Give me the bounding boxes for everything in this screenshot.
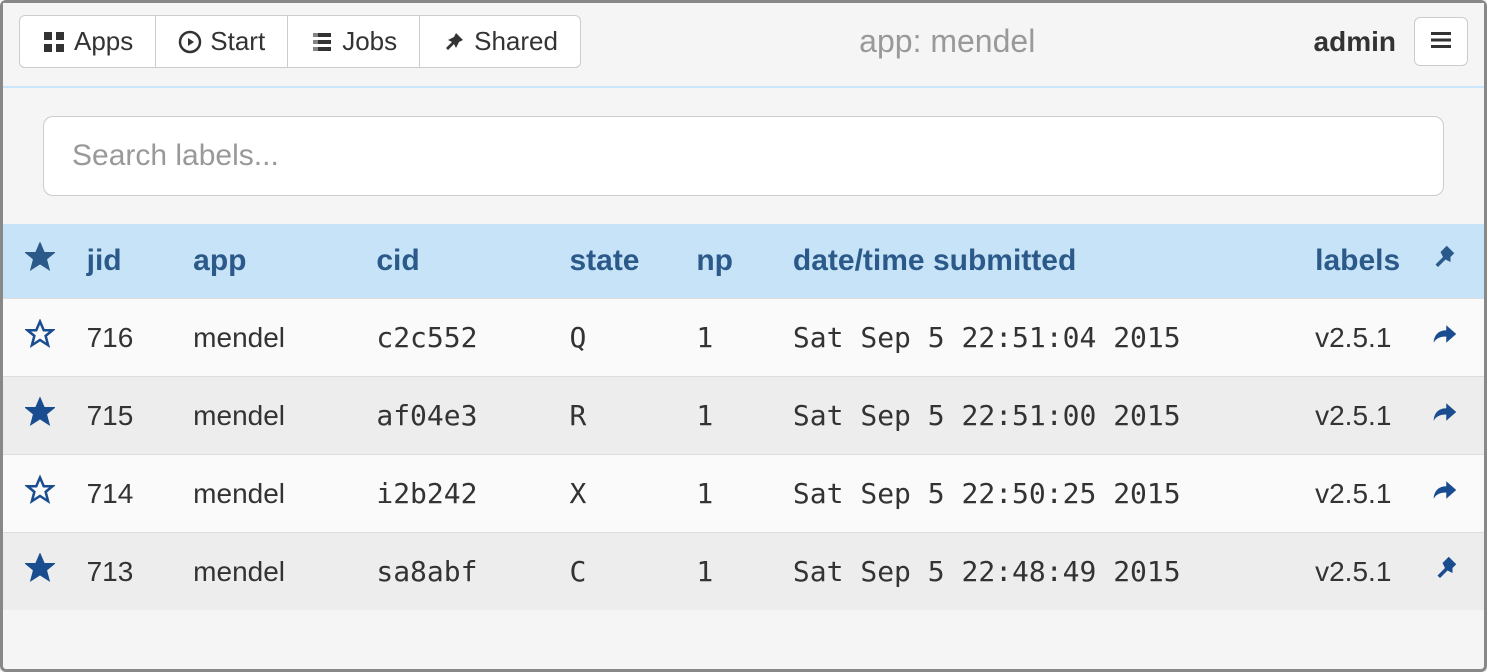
cell-date: Sat Sep 5 22:48:49 2015 bbox=[779, 533, 1301, 611]
cell-jid: 713 bbox=[73, 533, 180, 611]
cell-action[interactable] bbox=[1414, 455, 1484, 533]
username[interactable]: admin bbox=[1314, 26, 1396, 58]
col-app[interactable]: app bbox=[179, 224, 362, 299]
cell-date: Sat Sep 5 22:51:00 2015 bbox=[779, 377, 1301, 455]
cell-labels: v2.5.1 bbox=[1301, 455, 1414, 533]
cell-action[interactable] bbox=[1414, 299, 1484, 377]
share-icon bbox=[1430, 475, 1460, 505]
cell-star[interactable] bbox=[3, 299, 73, 377]
menu-button[interactable] bbox=[1414, 17, 1468, 66]
cell-cid: af04e3 bbox=[362, 377, 555, 455]
topbar: Apps Start Jobs Shared app: mendel admin bbox=[3, 3, 1484, 86]
col-date[interactable]: date/time submitted bbox=[779, 224, 1301, 299]
shared-button[interactable]: Shared bbox=[419, 15, 581, 68]
cell-cid: i2b242 bbox=[362, 455, 555, 533]
star-icon bbox=[25, 242, 55, 272]
share-icon bbox=[1430, 319, 1460, 349]
nav-button-group: Apps Start Jobs Shared bbox=[19, 15, 581, 68]
jobs-table: jid app cid state np date/time submitted… bbox=[3, 224, 1484, 610]
grid-icon bbox=[42, 30, 66, 54]
start-button[interactable]: Start bbox=[155, 15, 288, 68]
cell-labels: v2.5.1 bbox=[1301, 299, 1414, 377]
table-row[interactable]: 713mendelsa8abfC1Sat Sep 5 22:48:49 2015… bbox=[3, 533, 1484, 611]
cell-date: Sat Sep 5 22:51:04 2015 bbox=[779, 299, 1301, 377]
cell-state: X bbox=[555, 455, 682, 533]
cell-jid: 716 bbox=[73, 299, 180, 377]
col-star[interactable] bbox=[3, 224, 73, 299]
star-icon bbox=[25, 319, 55, 349]
cell-action[interactable] bbox=[1414, 377, 1484, 455]
cell-star[interactable] bbox=[3, 455, 73, 533]
pushpin-icon bbox=[1430, 553, 1460, 583]
cell-np: 1 bbox=[682, 377, 779, 455]
search-input[interactable] bbox=[43, 116, 1444, 196]
star-icon bbox=[25, 397, 55, 427]
shared-label: Shared bbox=[474, 26, 558, 57]
share-icon bbox=[1430, 397, 1460, 427]
cell-action[interactable] bbox=[1414, 533, 1484, 611]
cell-star[interactable] bbox=[3, 533, 73, 611]
col-state[interactable]: state bbox=[555, 224, 682, 299]
cell-state: C bbox=[555, 533, 682, 611]
col-labels[interactable]: labels bbox=[1301, 224, 1414, 299]
cell-state: Q bbox=[555, 299, 682, 377]
tasks-icon bbox=[310, 30, 334, 54]
cell-np: 1 bbox=[682, 455, 779, 533]
col-np[interactable]: np bbox=[682, 224, 779, 299]
jobs-label: Jobs bbox=[342, 26, 397, 57]
cell-app: mendel bbox=[179, 377, 362, 455]
cell-jid: 714 bbox=[73, 455, 180, 533]
table-row[interactable]: 716mendelc2c552Q1Sat Sep 5 22:51:04 2015… bbox=[3, 299, 1484, 377]
hamburger-icon bbox=[1429, 28, 1453, 52]
cell-state: R bbox=[555, 377, 682, 455]
cell-np: 1 bbox=[682, 533, 779, 611]
cell-labels: v2.5.1 bbox=[1301, 533, 1414, 611]
cell-jid: 715 bbox=[73, 377, 180, 455]
page-title: app: mendel bbox=[581, 23, 1314, 60]
col-cid[interactable]: cid bbox=[362, 224, 555, 299]
cell-app: mendel bbox=[179, 533, 362, 611]
cell-cid: c2c552 bbox=[362, 299, 555, 377]
cell-cid: sa8abf bbox=[362, 533, 555, 611]
cell-app: mendel bbox=[179, 299, 362, 377]
col-action[interactable] bbox=[1414, 224, 1484, 299]
apps-label: Apps bbox=[74, 26, 133, 57]
cell-date: Sat Sep 5 22:50:25 2015 bbox=[779, 455, 1301, 533]
apps-button[interactable]: Apps bbox=[19, 15, 156, 68]
jobs-button[interactable]: Jobs bbox=[287, 15, 420, 68]
star-icon bbox=[25, 553, 55, 583]
play-icon bbox=[178, 30, 202, 54]
table-header-row: jid app cid state np date/time submitted… bbox=[3, 224, 1484, 299]
cell-labels: v2.5.1 bbox=[1301, 377, 1414, 455]
start-label: Start bbox=[210, 26, 265, 57]
cell-app: mendel bbox=[179, 455, 362, 533]
table-row[interactable]: 715mendelaf04e3R1Sat Sep 5 22:51:00 2015… bbox=[3, 377, 1484, 455]
pin-icon bbox=[442, 30, 466, 54]
star-icon bbox=[25, 475, 55, 505]
cell-star[interactable] bbox=[3, 377, 73, 455]
table-row[interactable]: 714mendeli2b242X1Sat Sep 5 22:50:25 2015… bbox=[3, 455, 1484, 533]
cell-np: 1 bbox=[682, 299, 779, 377]
col-jid[interactable]: jid bbox=[73, 224, 180, 299]
search-container bbox=[3, 88, 1484, 224]
pushpin-icon bbox=[1428, 242, 1458, 272]
